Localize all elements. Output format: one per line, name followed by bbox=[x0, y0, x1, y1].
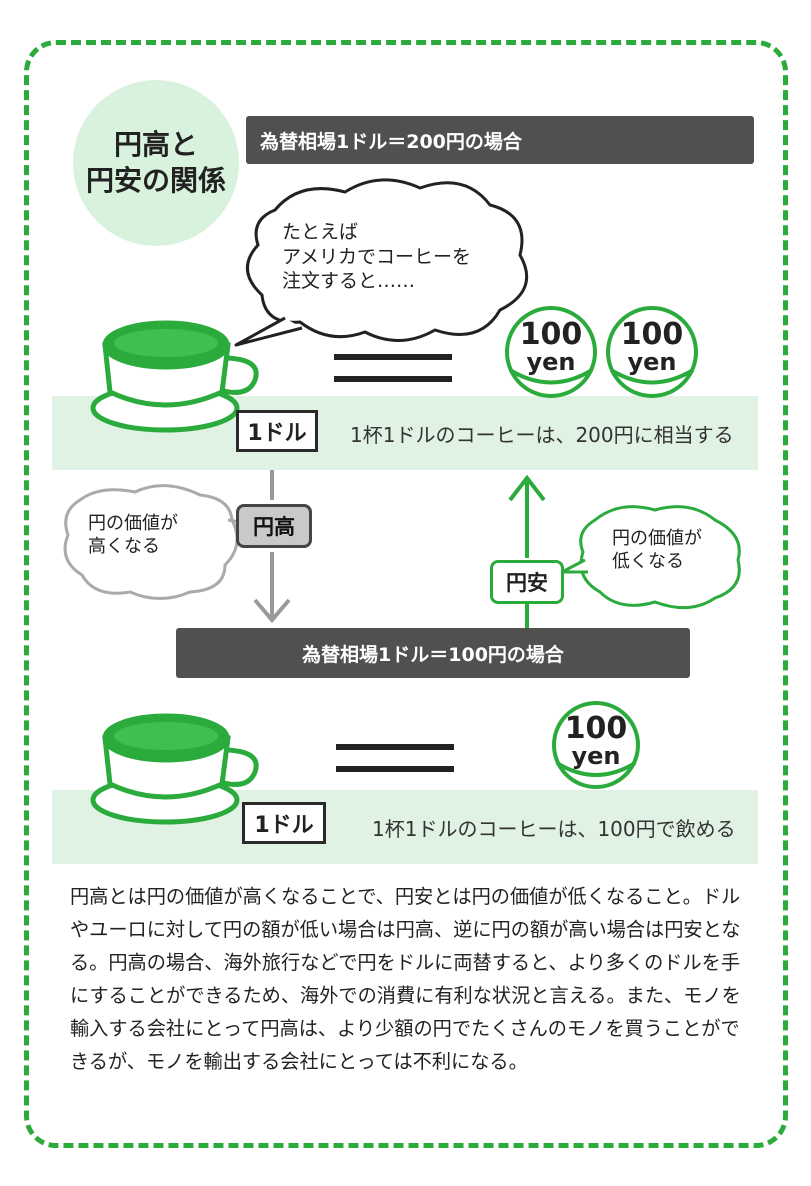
yendaka-bubble-text: 円の価値が 高くなる bbox=[88, 513, 178, 558]
equals-sign-icon bbox=[334, 354, 452, 382]
coin-amount: 100 bbox=[620, 317, 684, 352]
coffee-cup-icon bbox=[90, 320, 259, 433]
coin-unit: yen bbox=[627, 348, 677, 376]
price-tag: 1ドル bbox=[242, 802, 326, 844]
yenyasu-bubble-text: 円の価値が 低くなる bbox=[612, 528, 702, 573]
speech-bubble-text: たとえば アメリカでコーヒーを 注文すると…… bbox=[282, 221, 472, 293]
coin-label: 100 yen bbox=[556, 711, 636, 770]
coin-unit: yen bbox=[526, 348, 576, 376]
price-tag: 1ドル bbox=[236, 410, 318, 452]
yendaka-label: 円高 bbox=[236, 504, 312, 548]
price-tag-text: 1ドル bbox=[247, 421, 307, 446]
price-tag-text: 1ドル bbox=[254, 813, 314, 838]
coin-amount: 100 bbox=[564, 711, 628, 746]
equals-sign-icon bbox=[336, 744, 454, 772]
explanation-paragraph: 円高とは円の価値が高くなることで、円安とは円の価値が低くなること。ドルやユーロに… bbox=[70, 885, 741, 1073]
coin-unit: yen bbox=[571, 742, 621, 770]
coffee-cup-icon bbox=[90, 713, 259, 825]
yenyasu-label: 円安 bbox=[490, 560, 564, 604]
yenyasu-label-text: 円安 bbox=[506, 571, 548, 595]
coin-amount: 100 bbox=[519, 317, 583, 352]
coin-label: 100 yen bbox=[511, 317, 591, 376]
coin-label: 100 yen bbox=[612, 317, 692, 376]
yendaka-label-text: 円高 bbox=[253, 515, 295, 539]
up-arrow-icon bbox=[508, 474, 546, 628]
